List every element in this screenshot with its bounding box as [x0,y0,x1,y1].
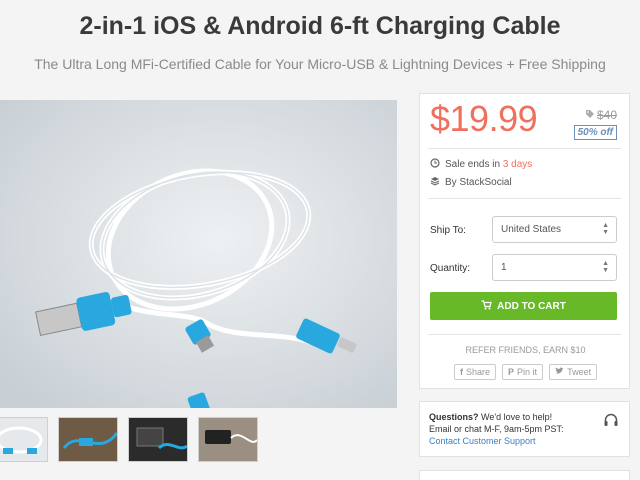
support-text: Questions? We'd love to help! Email or c… [429,411,599,447]
sale-price: $19.99 [430,98,538,139]
ship-to-label: Ship To: [430,225,466,236]
thumbnail-1[interactable] [0,417,48,462]
sale-ends-label: Sale ends in [445,159,503,170]
add-to-cart-label: ADD TO CART [497,300,566,312]
product-hero-image [0,100,397,408]
divider [428,198,621,199]
facebook-share-button[interactable]: f Share [454,364,497,380]
divider [428,334,621,335]
select-arrows-icon: ▲ ▼ [602,222,609,236]
pinterest-icon: P [508,367,515,377]
contact-support-link[interactable]: Contact Customer Support [429,436,536,446]
purchase-panel: $19.99 $40 50% off Sale ends in 3 days B… [419,93,630,389]
original-price: $40 [585,108,617,122]
twitter-icon [555,367,564,377]
cart-icon [481,299,492,313]
seller-label: By StackSocial [445,177,512,188]
sale-ends-row: Sale ends in 3 days [430,158,532,171]
pinterest-share-button[interactable]: P Pin it [502,364,544,380]
discount-badge: 50% off [573,125,617,140]
facebook-icon: f [460,367,463,377]
refer-friends-link[interactable]: REFER FRIENDS, EARN $10 [420,345,631,355]
seller-row: By StackSocial [430,176,512,189]
add-to-cart-button[interactable]: ADD TO CART [430,292,617,320]
ship-to-value: United States [501,224,562,235]
support-panel: Questions? We'd love to help! Email or c… [419,401,630,457]
twitter-share-button[interactable]: Tweet [549,364,598,380]
lower-panel [419,470,630,480]
support-question: Questions? [429,412,479,422]
ship-to-select[interactable]: United States ▲ ▼ [492,216,617,243]
select-arrows-icon: ▲ ▼ [602,260,609,274]
product-title: 2-in-1 iOS & Android 6-ft Charging Cable [79,12,561,40]
tweet-label: Tweet [567,367,592,377]
clock-icon [430,158,440,171]
divider [428,148,621,149]
quantity-select[interactable]: 1 ▲ ▼ [492,254,617,281]
thumbnail-strip [0,417,400,462]
support-hours: Email or chat M-F, 9am-5pm PST: [429,424,564,434]
product-subtitle: The Ultra Long MFi-Certified Cable for Y… [34,56,606,72]
sale-ends-remaining: 3 days [502,159,533,170]
share-buttons: f Share P Pin it Tweet [454,364,598,380]
share-label: Share [466,367,491,377]
thumbnail-4[interactable] [198,417,258,462]
headset-icon [603,412,619,433]
pin-label: Pin it [517,367,538,377]
original-price-value: $40 [596,108,617,122]
thumbnail-2[interactable] [58,417,118,462]
tag-icon [585,108,595,122]
quantity-label: Quantity: [430,263,471,274]
support-intro: We'd love to help! [478,412,553,422]
layers-icon [430,176,440,189]
thumbnail-3[interactable] [128,417,188,462]
quantity-value: 1 [501,262,507,273]
